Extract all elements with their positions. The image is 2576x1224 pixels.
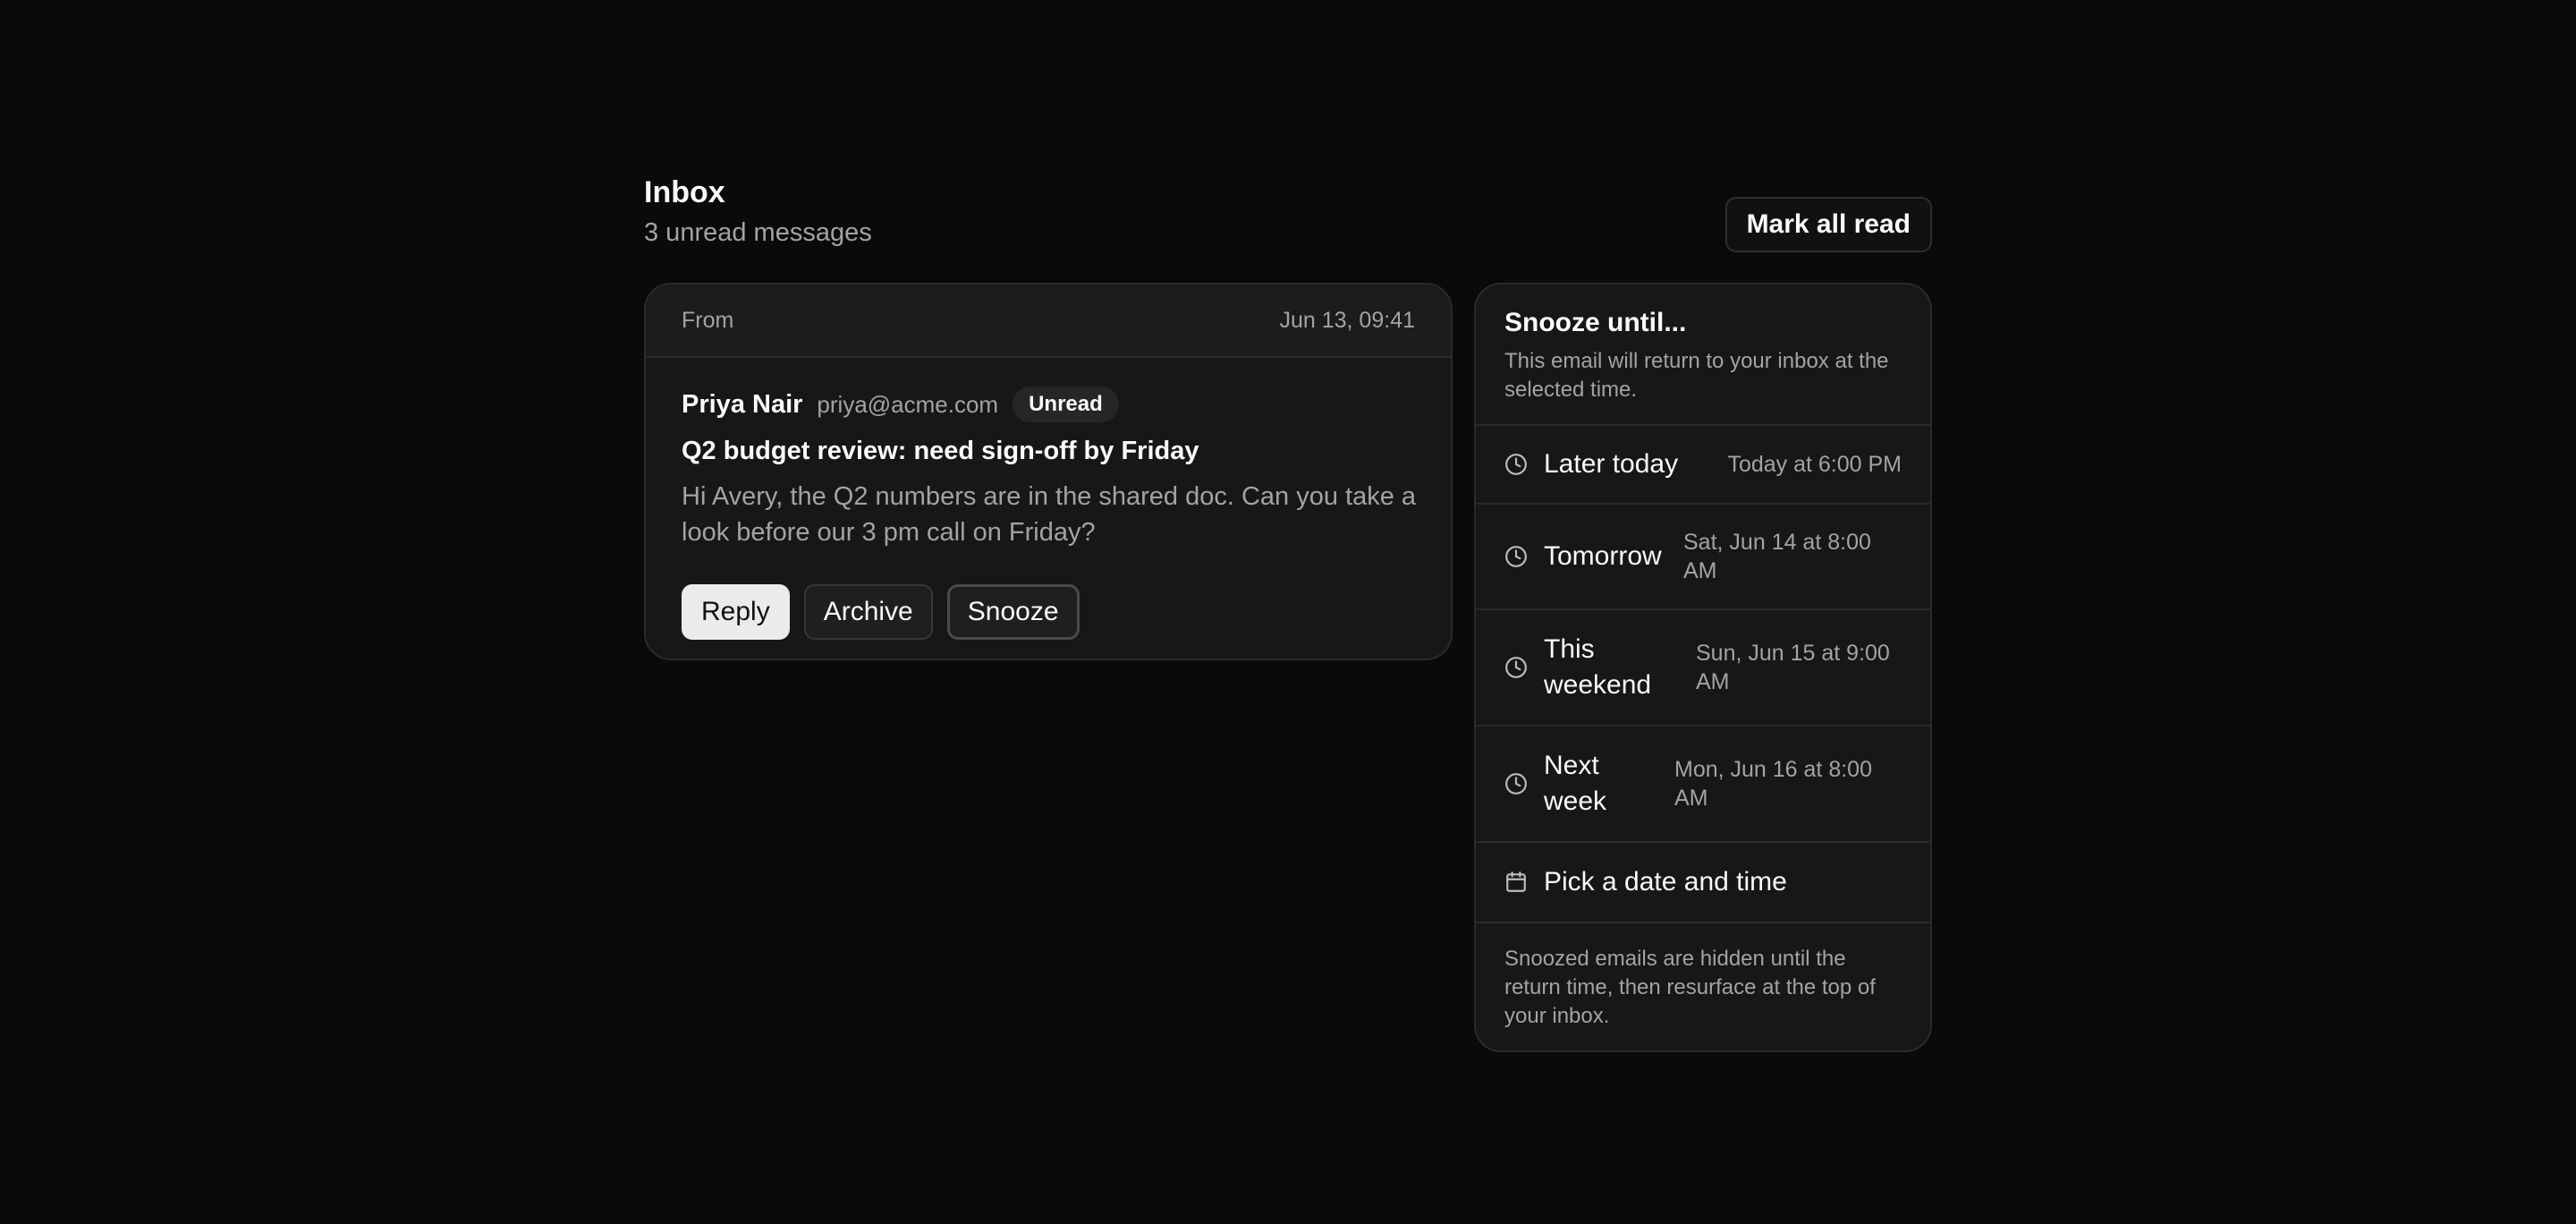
from-label: From xyxy=(682,307,734,333)
snooze-footer-note: Snoozed emails are hidden until the retu… xyxy=(1504,947,1876,1028)
unread-badge: Unread xyxy=(1013,387,1119,422)
clock-icon xyxy=(1504,772,1528,795)
snooze-option-this-weekend[interactable]: This weekend Sun, Jun 15 at 9:00 AM xyxy=(1476,610,1930,727)
page-title: Inbox xyxy=(644,175,725,209)
snooze-option-time: Sat, Jun 14 at 8:00 AM xyxy=(1683,530,1871,583)
inbox-header: Inbox 3 unread messages Mark all read xyxy=(644,172,1932,261)
snooze-button[interactable]: Snooze xyxy=(946,584,1080,640)
app-root: Inbox 3 unread messages Mark all read Fr… xyxy=(0,0,2576,1224)
email-body: Priya Nair priya@acme.com Unread Q2 budg… xyxy=(646,358,1451,640)
snooze-option-label: Later today xyxy=(1544,449,1679,479)
snooze-option-time: Mon, Jun 16 at 8:00 AM xyxy=(1674,757,1872,811)
email-actions: Reply Archive Snooze xyxy=(682,584,1415,640)
email-date: Jun 13, 09:41 xyxy=(1279,307,1415,333)
clock-icon xyxy=(1504,656,1528,679)
snooze-option-label: Tomorrow xyxy=(1544,541,1662,571)
sender-row: Priya Nair priya@acme.com Unread xyxy=(682,385,1415,424)
clock-icon xyxy=(1504,453,1528,476)
email-preview: Hi Avery, the Q2 numbers are in the shar… xyxy=(682,482,1417,547)
reply-button[interactable]: Reply xyxy=(682,584,790,640)
mark-all-read-button[interactable]: Mark all read xyxy=(1724,197,1932,252)
snooze-description: This email will return to your inbox at … xyxy=(1504,349,1889,402)
snooze-option-tomorrow[interactable]: Tomorrow Sat, Jun 14 at 8:00 AM xyxy=(1476,505,1930,610)
archive-button[interactable]: Archive xyxy=(803,584,933,640)
pick-date-time-label: Pick a date and time xyxy=(1544,867,1787,897)
snooze-option-time: Sun, Jun 15 at 9:00 AM xyxy=(1696,641,1890,694)
sender-name: Priya Nair xyxy=(682,389,803,419)
snooze-option-label: Next week xyxy=(1544,751,1607,816)
snooze-option-next-week[interactable]: Next week Mon, Jun 16 at 8:00 AM xyxy=(1476,727,1930,843)
snooze-option-time: Today at 6:00 PM xyxy=(1727,452,1902,477)
snooze-title: Snooze until... xyxy=(1504,308,1687,337)
pick-date-time-option[interactable]: Pick a date and time xyxy=(1476,843,1930,923)
email-subject: Q2 budget review: need sign-off by Frida… xyxy=(682,437,1199,465)
snooze-panel: Snooze until... This email will return t… xyxy=(1474,283,1932,1052)
snooze-panel-header: Snooze until... This email will return t… xyxy=(1476,285,1930,426)
email-card[interactable]: From Jun 13, 09:41 Priya Nair priya@acme… xyxy=(644,283,1453,660)
snooze-option-label: This weekend xyxy=(1544,634,1652,700)
snooze-option-later-today[interactable]: Later today Today at 6:00 PM xyxy=(1476,426,1930,505)
unread-count: 3 unread messages xyxy=(644,218,872,247)
clock-icon xyxy=(1504,545,1528,568)
calendar-icon xyxy=(1504,871,1528,894)
email-card-header: From Jun 13, 09:41 xyxy=(646,285,1451,358)
sender-email: priya@acme.com xyxy=(817,390,999,418)
